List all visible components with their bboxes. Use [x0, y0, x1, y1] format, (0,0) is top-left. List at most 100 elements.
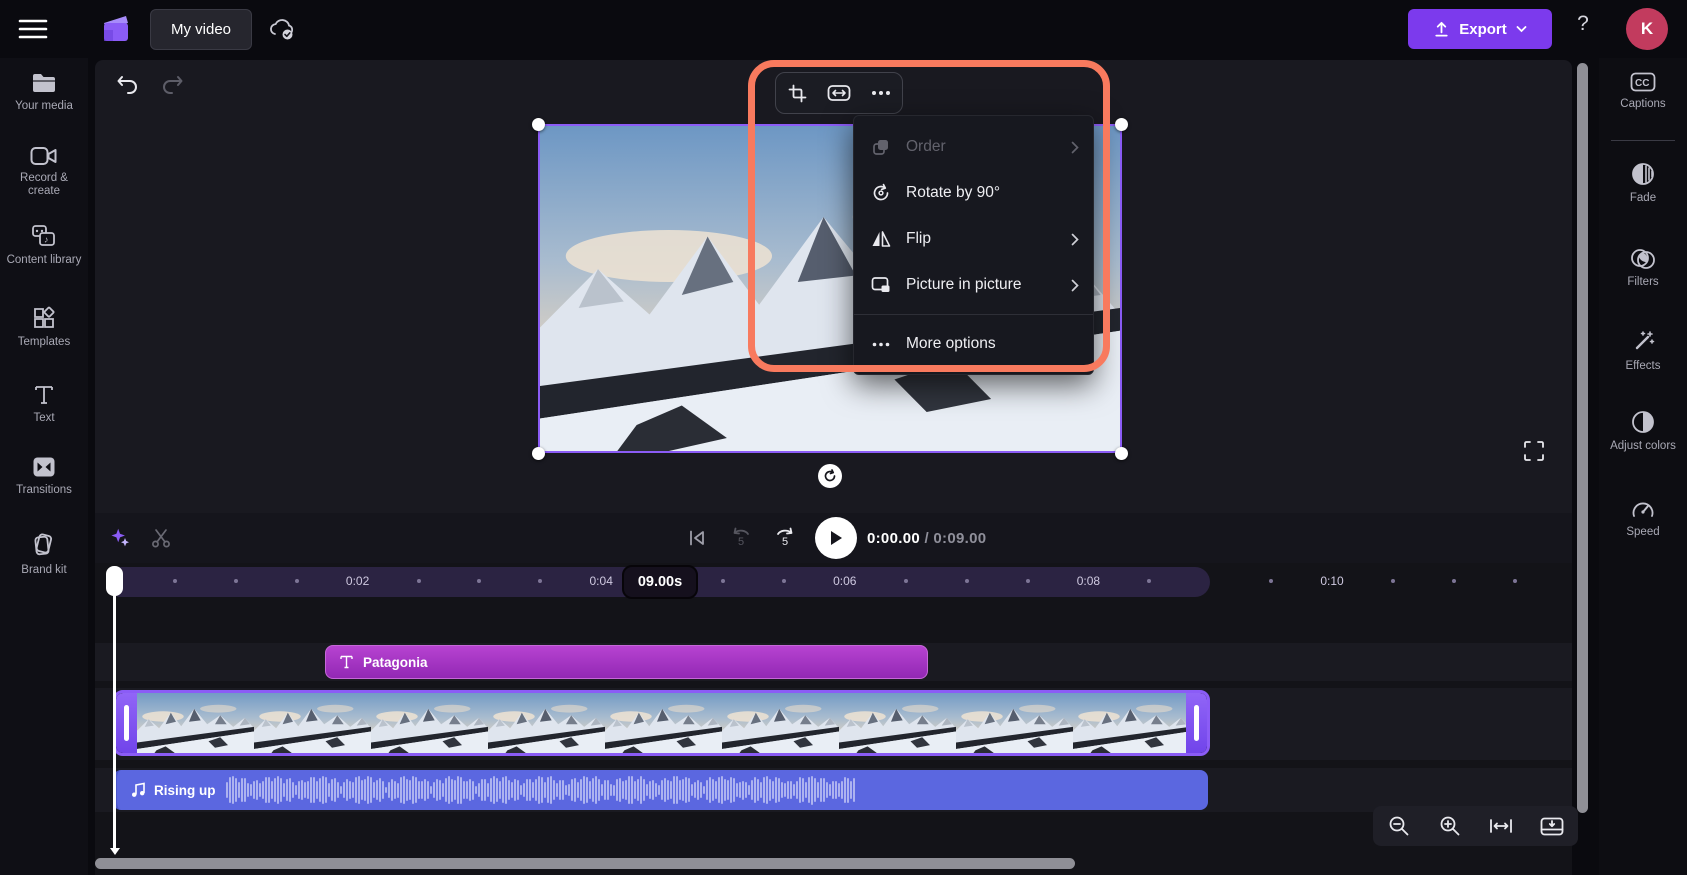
rewind-5s-icon[interactable]: 5	[721, 518, 761, 558]
sidebar-item-transitions[interactable]: Transitions	[0, 456, 88, 497]
export-button[interactable]: Export	[1408, 9, 1552, 49]
rotate-icon	[823, 469, 837, 483]
project-title-label: My video	[171, 21, 231, 38]
split-scissors-icon[interactable]	[141, 518, 181, 558]
menu-item-more-options[interactable]: More options	[854, 321, 1093, 367]
video-track-row	[95, 688, 1572, 760]
clip-toolbar	[775, 72, 903, 114]
fit-timeline-icon[interactable]	[1483, 810, 1519, 842]
panel-item-speed[interactable]: Speed	[1599, 498, 1687, 539]
menu-item-label: Rotate by 90°	[906, 184, 1079, 202]
menu-item-rotate-90[interactable]: Rotate by 90°	[854, 170, 1093, 216]
project-title[interactable]: My video	[150, 9, 252, 50]
flip-icon	[870, 230, 892, 248]
timeline: 5 5 0:00.00 / 0:09.00 0:020:040:060:080:…	[95, 513, 1572, 875]
redo-icon[interactable]	[161, 74, 185, 96]
audio-clip-rising-up[interactable]: Rising up	[113, 770, 1208, 810]
video-thumbnail	[488, 693, 605, 753]
fullscreen-icon[interactable]	[1523, 440, 1545, 462]
menu-item-label: More options	[906, 335, 1079, 353]
ruler-tick-label: 0:08	[1077, 574, 1100, 588]
panel-label: Speed	[1602, 526, 1684, 539]
sidebar-item-text[interactable]: Text	[0, 384, 88, 425]
menu-item-label: Flip	[906, 230, 1057, 248]
sidebar-divider	[1611, 140, 1675, 141]
menu-item-picture-in-picture[interactable]: Picture in picture	[854, 262, 1093, 308]
zoom-out-icon[interactable]	[1381, 810, 1417, 842]
ruler-tick-dot	[965, 579, 969, 583]
fit-width-icon[interactable]	[821, 77, 857, 109]
svg-text:5: 5	[782, 536, 788, 548]
text-clip-label: Patagonia	[363, 655, 428, 670]
sidebar-label: Content library	[3, 254, 85, 267]
sidebar-item-brand-kit[interactable]: Brand kit	[0, 532, 88, 577]
avatar[interactable]: K	[1626, 8, 1668, 50]
ruler-tick-dot	[1391, 579, 1395, 583]
panel-item-adjust-colors[interactable]: Adjust colors	[1599, 410, 1687, 453]
sidebar-item-templates[interactable]: Templates	[0, 306, 88, 349]
left-sidebar: Your media Record & create ♪ Content lib…	[0, 58, 88, 875]
audio-clip-label: Rising up	[154, 783, 216, 798]
track-size-icon[interactable]	[1534, 810, 1570, 842]
zoom-in-icon[interactable]	[1432, 810, 1468, 842]
playhead-handle[interactable]	[106, 566, 123, 596]
menu-item-order[interactable]: Order	[854, 124, 1093, 170]
audio-track-row: Rising up	[95, 768, 1572, 812]
playhead-tip	[110, 848, 120, 855]
selection-handle-top-right[interactable]	[1115, 118, 1128, 131]
chevron-right-icon	[1071, 279, 1079, 292]
panel-item-effects[interactable]: Effects	[1599, 330, 1687, 373]
skip-to-start-icon[interactable]	[677, 518, 717, 558]
ruler-tick-dot	[782, 579, 786, 583]
selection-handle-bottom-right[interactable]	[1115, 447, 1128, 460]
trim-handle-left[interactable]	[116, 693, 137, 753]
avatar-initial: K	[1641, 19, 1653, 39]
sidebar-item-record-create[interactable]: Record & create	[0, 146, 88, 198]
hamburger-menu-icon[interactable]	[18, 17, 48, 41]
adjust-colors-icon	[1631, 410, 1655, 434]
trim-handle-right[interactable]	[1186, 693, 1207, 753]
ruler-tick-dot	[234, 579, 238, 583]
panel-item-fade[interactable]: Fade	[1599, 162, 1687, 205]
ai-suggestions-icon[interactable]	[101, 518, 141, 558]
ruler-tick-label: 0:02	[346, 574, 369, 588]
export-label: Export	[1459, 21, 1507, 38]
play-button[interactable]	[815, 517, 857, 559]
time-separator: /	[920, 530, 933, 547]
rotate-handle[interactable]	[818, 464, 842, 488]
ruler-tick-dot	[721, 579, 725, 583]
selection-handle-top-left[interactable]	[532, 118, 545, 131]
effects-icon	[1631, 330, 1655, 354]
horizontal-scrollbar[interactable]	[95, 858, 1075, 869]
fade-icon	[1631, 162, 1655, 186]
timeline-zoom-controls	[1373, 806, 1578, 846]
timeline-ruler[interactable]: 0:020:040:060:080:10 09.00s	[95, 565, 1572, 599]
panel-item-filters[interactable]: Filters	[1599, 248, 1687, 289]
video-thumbnail	[839, 693, 956, 753]
help-button[interactable]: ?	[1571, 12, 1595, 44]
text-clip-patagonia[interactable]: Patagonia	[325, 645, 928, 679]
ellipsis-icon[interactable]	[863, 77, 899, 109]
selection-handle-bottom-left[interactable]	[532, 447, 545, 460]
undo-icon[interactable]	[115, 74, 139, 96]
clipchamp-logo[interactable]	[98, 11, 134, 47]
rotate-90-icon	[870, 183, 892, 203]
sidebar-item-content-library[interactable]: ♪ Content library	[0, 224, 88, 267]
vertical-scrollbar[interactable]	[1577, 63, 1588, 813]
sidebar-label: Your media	[3, 100, 85, 113]
duration-badge-label: 09.00s	[638, 574, 682, 590]
captions-icon: CC	[1630, 72, 1656, 92]
sidebar-item-your-media[interactable]: Your media	[0, 72, 88, 113]
panel-item-captions[interactable]: CC Captions	[1599, 72, 1687, 111]
svg-text:CC: CC	[1635, 78, 1649, 89]
crop-icon[interactable]	[779, 77, 815, 109]
playhead-line	[113, 595, 116, 848]
ruler-tick-dot	[1513, 579, 1517, 583]
text-clip-icon	[340, 655, 353, 669]
upload-icon	[1433, 21, 1450, 38]
top-bar: My video Export ? K	[0, 0, 1687, 58]
video-clip-selected[interactable]	[113, 690, 1210, 756]
menu-item-flip[interactable]: Flip	[854, 216, 1093, 262]
forward-5s-icon[interactable]: 5	[765, 518, 805, 558]
ruler-tick-dot	[295, 579, 299, 583]
